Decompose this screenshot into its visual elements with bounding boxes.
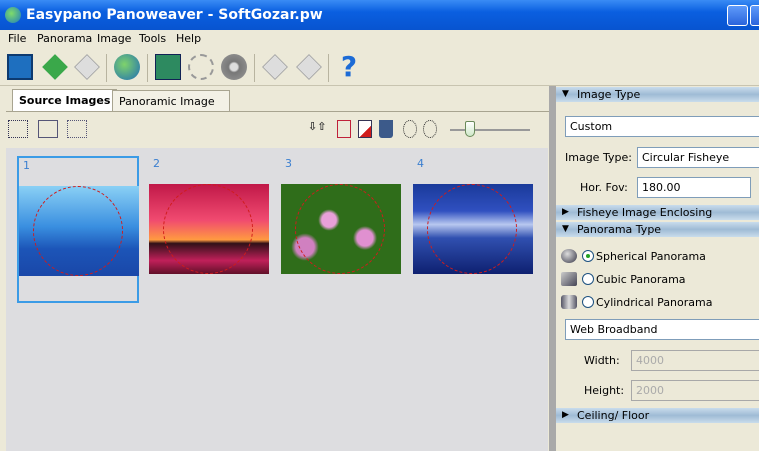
menu-bar: File Panorama Image Tools Help (0, 30, 759, 48)
new-project-icon[interactable] (7, 54, 33, 80)
thumbnail-number: 4 (417, 157, 424, 170)
window-title: Easypano Panoweaver - SoftGozar.pw (26, 7, 323, 23)
zoom-slider-thumb[interactable] (465, 121, 475, 137)
thumbnail-2[interactable]: 2 (149, 156, 271, 303)
eye-icon[interactable] (221, 54, 247, 80)
menu-image[interactable]: Image (97, 32, 131, 45)
image-type-label: Image Type: (565, 151, 632, 164)
thumbnail-4[interactable]: 4 (413, 156, 535, 303)
thumbnail-number: 3 (285, 157, 292, 170)
collapse-arrow-icon: ▼ (562, 89, 569, 99)
cubic-radio[interactable] (582, 273, 594, 285)
thumbnail-3[interactable]: 3 (281, 156, 403, 303)
fisheye-enclosing-header[interactable]: ▶ Fisheye Image Enclosing (556, 205, 759, 220)
rotate-right-icon[interactable] (423, 120, 437, 138)
tab-panoramic-image[interactable]: Panoramic Image (112, 90, 230, 111)
preview-spheres-icon[interactable] (188, 54, 214, 80)
thumbnail-image (281, 184, 401, 274)
menu-tools[interactable]: Tools (139, 32, 166, 45)
section-title: Panorama Type (577, 223, 662, 236)
divider (6, 111, 549, 112)
add-image-icon[interactable] (358, 120, 372, 138)
separator (147, 54, 148, 82)
minimize-button[interactable] (727, 5, 748, 26)
cylindrical-radio[interactable] (582, 296, 594, 308)
thumbnail-image (413, 184, 533, 274)
trash-icon[interactable] (379, 120, 393, 138)
zoom-slider-track[interactable] (450, 129, 530, 131)
section-title: Ceiling/ Floor (577, 409, 650, 422)
tab-source-images[interactable]: Source Images (12, 89, 118, 112)
sort-icon[interactable]: ⇩⇧ (308, 120, 328, 138)
menu-panorama[interactable]: Panorama (37, 32, 92, 45)
cylinder-icon (561, 295, 577, 309)
maximize-button[interactable] (750, 5, 759, 26)
source-panel: Source Images Panoramic Image ⇩⇧ 1 2 3 4 (0, 86, 549, 451)
globe-icon[interactable] (114, 54, 140, 80)
filmstrip-view-icon[interactable] (38, 120, 58, 138)
remove-image-icon[interactable] (337, 120, 351, 138)
save-as-icon[interactable] (74, 54, 100, 80)
fov-label: Hor. Fov: (580, 181, 628, 194)
fisheye-circle (295, 184, 385, 274)
spherical-label[interactable]: Spherical Panorama (596, 250, 706, 263)
height-label: Height: (584, 384, 625, 397)
separator (106, 54, 107, 82)
menu-file[interactable]: File (8, 32, 26, 45)
separator (254, 54, 255, 82)
cube-icon (561, 272, 577, 286)
image-type-select[interactable]: Circular Fisheye (637, 147, 759, 168)
image-type-header[interactable]: ▼ Image Type (556, 87, 759, 102)
preset-select[interactable]: Custom (565, 116, 759, 137)
save-project-icon[interactable] (42, 54, 68, 80)
sphere-icon (561, 249, 577, 263)
expand-arrow-icon: ▶ (562, 207, 569, 217)
thumbnail-number: 2 (153, 157, 160, 170)
rotate-left-icon[interactable] (403, 120, 417, 138)
cylindrical-label[interactable]: Cylindrical Panorama (596, 296, 712, 309)
width-label: Width: (584, 354, 620, 367)
help-icon[interactable]: ? (336, 53, 362, 81)
fisheye-circle (33, 186, 123, 276)
export-e-icon[interactable] (296, 54, 322, 80)
ceiling-floor-header[interactable]: ▶ Ceiling/ Floor (556, 408, 759, 423)
export-360-icon[interactable] (262, 54, 288, 80)
expand-arrow-icon: ▶ (562, 410, 569, 420)
thumbnail-image (149, 184, 269, 274)
app-icon (5, 7, 21, 23)
section-title: Image Type (577, 88, 641, 101)
thumbnail-1[interactable]: 1 (17, 156, 139, 303)
list-view-icon[interactable] (67, 120, 87, 138)
fov-input[interactable]: 180.00 (637, 177, 751, 198)
thumbnail-image (19, 186, 139, 276)
panel-splitter[interactable] (549, 86, 556, 451)
thumbnail-number: 1 (23, 159, 30, 172)
grid-view-icon[interactable] (8, 120, 28, 138)
menu-help[interactable]: Help (176, 32, 201, 45)
properties-panel: ▼ Image Type Custom Image Type: Circular … (556, 86, 759, 451)
cubic-label[interactable]: Cubic Panorama (596, 273, 686, 286)
fisheye-circle (163, 184, 253, 274)
height-input[interactable]: 2000 (631, 380, 759, 401)
toolbar: ? (0, 48, 759, 86)
width-input[interactable]: 4000 (631, 350, 759, 371)
thumbnail-area: 1 2 3 4 (6, 148, 548, 451)
collapse-arrow-icon: ▼ (562, 224, 569, 234)
section-title: Fisheye Image Enclosing (577, 206, 713, 219)
title-bar: Easypano Panoweaver - SoftGozar.pw (0, 0, 759, 30)
spherical-radio[interactable] (582, 250, 594, 262)
separator (328, 54, 329, 82)
output-preset-select[interactable]: Web Broadband (565, 319, 759, 340)
fisheye-circle (427, 184, 517, 274)
panorama-type-header[interactable]: ▼ Panorama Type (556, 222, 759, 237)
stitch-360-icon[interactable] (155, 54, 181, 80)
